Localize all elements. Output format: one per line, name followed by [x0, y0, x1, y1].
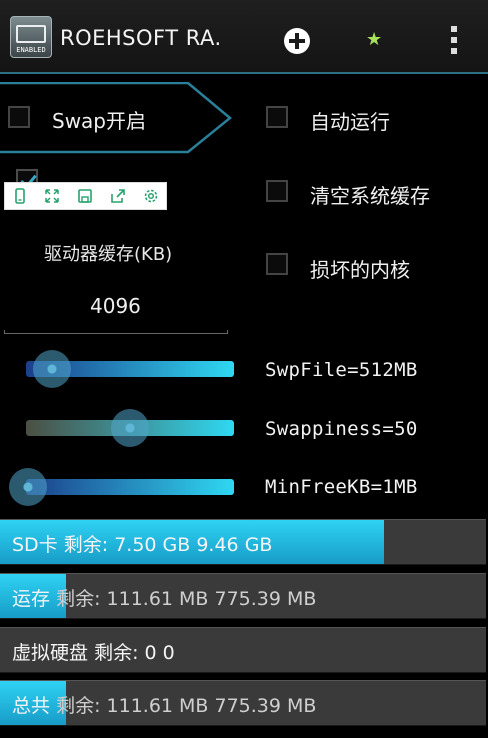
virtual-disk-bar: 虚拟硬盘 剩余: 0 0	[0, 627, 486, 673]
swap-label: Swap开启	[52, 109, 147, 133]
sd-card-bar: SD卡 剩余: 7.50 GB 9.46 GB	[0, 519, 486, 565]
clear-cache-checkbox[interactable]	[266, 180, 288, 202]
ram-text: 运存 剩余: 111.61 MB 775.39 MB	[12, 588, 317, 610]
total-bar: 总共 剩余: 111.61 MB 775.39 MB	[0, 680, 486, 726]
broken-kernel-label: 损坏的内核	[310, 258, 410, 282]
floating-toolbar	[4, 182, 167, 210]
minfree-slider-thumb[interactable]	[9, 468, 47, 506]
fullscreen-icon[interactable]	[43, 187, 61, 205]
ram-bar: 运存 剩余: 111.61 MB 775.39 MB	[0, 573, 486, 619]
clear-cache-label: 清空系统缓存	[310, 184, 430, 208]
save-icon[interactable]	[76, 187, 94, 205]
broken-kernel-checkbox[interactable]	[266, 253, 288, 275]
swappiness-label: Swappiness=50	[265, 418, 418, 440]
minfree-slider-track[interactable]	[26, 479, 234, 495]
sd-card-text: SD卡 剩余: 7.50 GB 9.46 GB	[12, 534, 273, 556]
swpfile-label: SwpFile=512MB	[265, 359, 418, 381]
auto-run-checkbox[interactable]	[266, 106, 288, 128]
star-icon[interactable]: ★	[366, 29, 382, 50]
app-title: ROEHSOFT RA.	[60, 26, 222, 50]
settings-icon[interactable]	[142, 187, 160, 205]
drive-cache-underline	[4, 330, 228, 334]
swap-checkbox[interactable]	[8, 106, 30, 128]
drive-cache-label: 驱动器缓存(KB)	[44, 244, 173, 265]
minfree-label: MinFreeKB=1MB	[265, 476, 418, 498]
ram-chip-app-icon[interactable]: ENABLED	[10, 16, 52, 58]
ram-chip-icon	[16, 25, 46, 43]
app-icon-text: ENABLED	[16, 46, 46, 54]
phone-icon[interactable]	[11, 187, 29, 205]
total-text: 总共 剩余: 111.61 MB 775.39 MB	[12, 695, 317, 717]
plus-circle-icon[interactable]	[284, 28, 310, 54]
auto-run-label: 自动运行	[310, 110, 390, 134]
swappiness-slider-thumb[interactable]	[111, 409, 149, 447]
overflow-menu-icon[interactable]	[450, 26, 458, 56]
drive-cache-input[interactable]: 4096	[90, 294, 141, 318]
swpfile-slider-thumb[interactable]	[33, 350, 71, 388]
virtual-disk-text: 虚拟硬盘 剩余: 0 0	[12, 642, 175, 664]
share-icon[interactable]	[109, 187, 127, 205]
